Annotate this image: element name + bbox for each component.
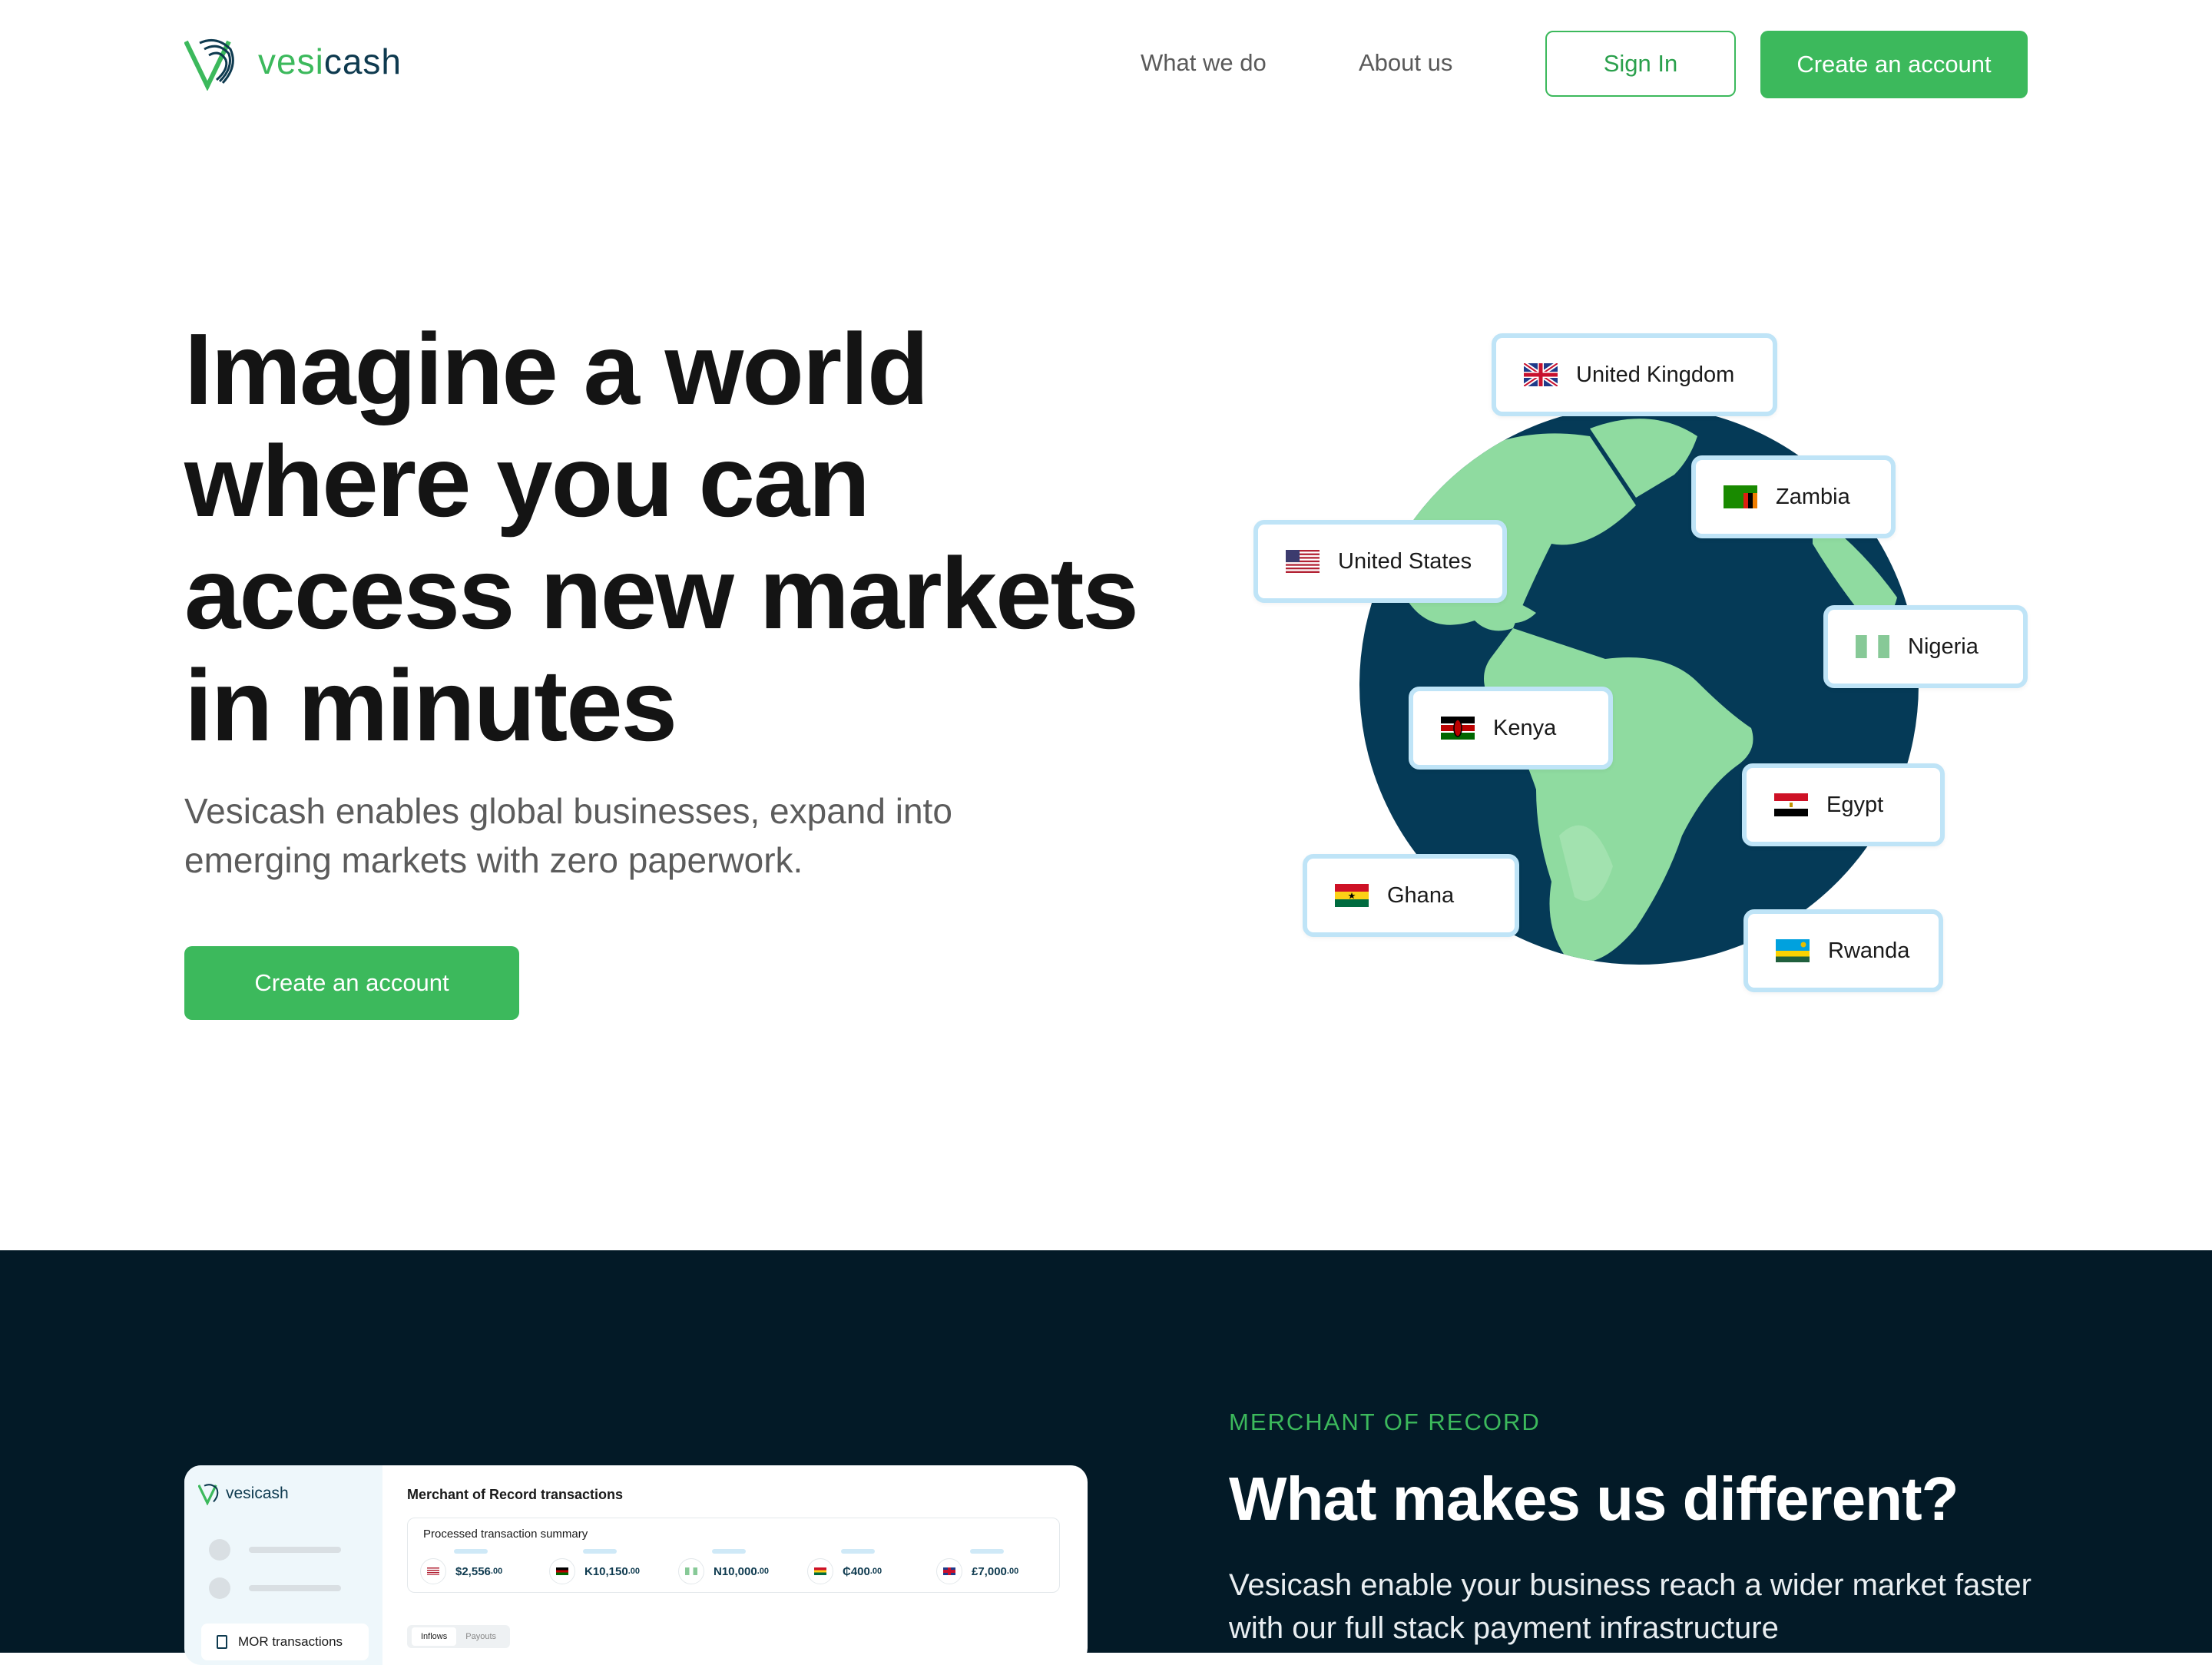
tab-payouts[interactable]: Payouts [456, 1627, 505, 1646]
uk-flag-icon [1524, 363, 1558, 386]
dashboard-logo-text: vesicash [226, 1485, 289, 1502]
dashboard-logo: vesicash [198, 1482, 289, 1505]
logo-wordmark: vesicash [258, 41, 402, 81]
amount-decimals: .00 [869, 1567, 882, 1576]
card-title: Processed transaction summary [423, 1528, 588, 1541]
amount-usd: $2,556.00 [420, 1549, 503, 1584]
placeholder-line [249, 1547, 341, 1553]
amount-value: £7,000 [972, 1564, 1007, 1578]
amount-value: $2,556 [455, 1564, 491, 1578]
amount-kes: K10,150.00 [549, 1549, 641, 1584]
tab-inflows[interactable]: Inflows [412, 1627, 457, 1646]
country-name: Zambia [1776, 484, 1850, 509]
section-title: What makes us different? [1229, 1465, 1959, 1533]
section-subtitle: Vesicash enable your business reach a wi… [1229, 1568, 2032, 1645]
dashboard-title: Merchant of Record transactions [407, 1487, 624, 1502]
placeholder-bar [712, 1549, 746, 1554]
hero-subtitle: Vesicash enables global businesses, expa… [184, 791, 952, 880]
vesicash-logo-icon [198, 1484, 219, 1505]
section-eyebrow: MERCHANT OF RECORD [1229, 1408, 1541, 1435]
rwanda-flag-icon [1776, 939, 1810, 962]
transaction-tabs: Inflows Payouts [407, 1625, 510, 1648]
create-account-hero-button[interactable]: Create an account [184, 946, 519, 1020]
kenya-flag-icon [549, 1558, 575, 1584]
country-name: Rwanda [1828, 938, 1910, 963]
amount-gbp: £7,000.00 [936, 1549, 1019, 1584]
transaction-summary-card: Processed transaction summary $2,556.00 … [407, 1518, 1060, 1593]
country-chip-united-states: United States [1253, 520, 1507, 603]
egypt-flag-icon [1774, 793, 1808, 816]
ghana-flag-icon [1335, 884, 1369, 907]
sidebar-item-label: MOR transactions [238, 1634, 343, 1649]
amount-ngn: N10,000.00 [678, 1549, 770, 1584]
country-chip-united-kingdom: United Kingdom [1492, 333, 1777, 416]
country-chip-kenya: Kenya [1409, 687, 1613, 770]
us-flag-icon [1286, 550, 1320, 573]
placeholder-bar [583, 1549, 617, 1554]
country-chip-egypt: Egypt [1742, 763, 1945, 846]
placeholder-bar [841, 1549, 875, 1554]
nav-what-we-do[interactable]: What we do [1141, 49, 1267, 77]
ghana-flag-icon [807, 1558, 833, 1584]
vesicash-logo-icon [184, 38, 234, 91]
amount-decimals: .00 [757, 1567, 770, 1576]
sign-in-button[interactable]: Sign In [1545, 31, 1736, 97]
kenya-flag-icon [1441, 717, 1475, 740]
placeholder-avatar [209, 1539, 230, 1561]
nigeria-flag-icon [1856, 635, 1889, 658]
amount-ghs: ₵400.00 [807, 1549, 882, 1584]
country-name: United Kingdom [1576, 362, 1735, 387]
country-name: United States [1338, 548, 1472, 574]
us-flag-icon [420, 1558, 446, 1584]
amount-decimals: .00 [1006, 1567, 1019, 1576]
placeholder-line [249, 1585, 341, 1591]
dashboard-preview: vesicash MOR transactions Merchant of Re… [184, 1465, 1088, 1665]
amount-value: K10,150 [584, 1564, 628, 1578]
country-name: Egypt [1826, 792, 1884, 817]
amount-decimals: .00 [490, 1567, 503, 1576]
nigeria-flag-icon [678, 1558, 704, 1584]
country-chip-rwanda: Rwanda [1743, 909, 1943, 992]
country-chip-zambia: Zambia [1691, 455, 1896, 538]
dashboard-sidebar: vesicash MOR transactions [184, 1465, 382, 1665]
document-icon [217, 1635, 227, 1649]
create-account-header-button[interactable]: Create an account [1760, 31, 2028, 98]
country-name: Nigeria [1908, 634, 1979, 659]
placeholder-avatar [209, 1577, 230, 1599]
amount-value: ₵400 [843, 1564, 870, 1578]
uk-flag-icon [936, 1558, 962, 1584]
vesicash-logo[interactable]: vesicash [184, 35, 402, 91]
country-name: Kenya [1493, 715, 1557, 740]
country-name: Ghana [1387, 882, 1455, 908]
amount-decimals: .00 [628, 1567, 641, 1576]
placeholder-bar [454, 1549, 488, 1554]
nav-about-us[interactable]: About us [1359, 49, 1452, 77]
hero-title: Imagine a world where you can access new… [184, 313, 1139, 762]
placeholder-bar [970, 1549, 1004, 1554]
country-chip-ghana: Ghana [1303, 854, 1519, 937]
country-chip-nigeria: Nigeria [1823, 605, 2028, 688]
sidebar-item-mor-transactions[interactable]: MOR transactions [201, 1624, 369, 1660]
amount-value: N10,000 [714, 1564, 757, 1578]
zambia-flag-icon [1724, 485, 1757, 508]
